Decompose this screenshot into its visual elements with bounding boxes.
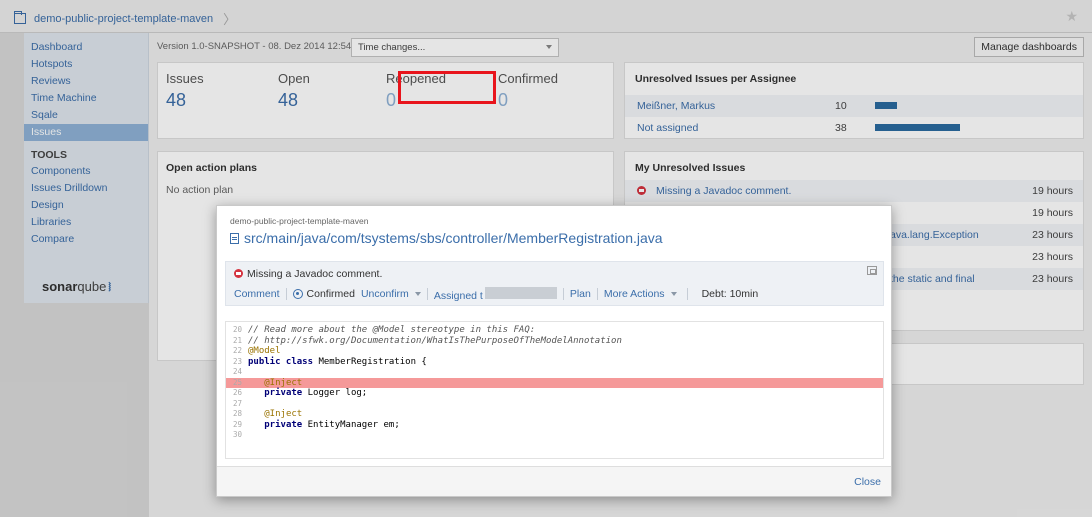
issue-status: Confirmed	[292, 288, 355, 300]
redacted-assignee	[484, 286, 557, 299]
code-line: 20 // Read more about the @Model stereoty…	[226, 325, 883, 336]
confirmed-status-icon	[292, 289, 303, 299]
issue-panel: Missing a Javadoc comment. Comment Confi…	[225, 261, 884, 306]
divider	[596, 288, 598, 300]
code-line: 26 private Logger log;	[226, 388, 883, 399]
comment-link[interactable]: Comment	[234, 288, 280, 300]
divider	[562, 288, 564, 300]
line-number: 29	[232, 419, 242, 429]
close-button[interactable]: Close	[854, 476, 881, 488]
code-token: // http://sfwk.org/Documentation/WhatIsT…	[248, 335, 622, 346]
code-line: 21 // http://sfwk.org/Documentation/WhatI…	[226, 336, 883, 347]
divider	[686, 288, 688, 300]
unconfirm-link[interactable]: Unconfirm	[361, 288, 421, 300]
code-line: 30	[226, 430, 883, 441]
code-token: // Read more about the @Model stereotype…	[248, 325, 536, 335]
line-number: 30	[232, 430, 242, 439]
modal-file-link[interactable]: src/main/java/com/tsystems/sbs/controlle…	[230, 230, 663, 246]
code-token: private	[264, 388, 303, 398]
chevron-down-icon[interactable]	[670, 292, 677, 296]
severity-blocker-icon	[234, 269, 243, 278]
issue-title: Missing a Javadoc comment.	[234, 268, 382, 280]
unconfirm-label[interactable]: Unconfirm	[361, 288, 409, 300]
line-number: 23	[232, 356, 242, 366]
file-path[interactable]: src/main/java/com/tsystems/sbs/controlle…	[244, 230, 663, 246]
status-label: Confirmed	[306, 288, 355, 300]
annotation-highlight-box	[398, 71, 496, 104]
modal-project-name: demo-public-project-template-maven	[230, 216, 369, 226]
chevron-down-icon[interactable]	[414, 292, 421, 296]
code-token: public class	[248, 356, 314, 367]
divider	[285, 288, 287, 300]
expand-icon[interactable]	[867, 266, 877, 275]
code-line: 27	[226, 399, 883, 410]
code-line: 25 @Inject	[226, 377, 883, 388]
source-code-view: 20 // Read more about the @Model stereoty…	[225, 321, 884, 459]
line-number: 21	[232, 335, 242, 345]
modal-footer: Close	[217, 466, 891, 496]
code-line: 28 @Inject	[226, 409, 883, 420]
more-actions-label[interactable]: More Actions	[604, 288, 665, 300]
line-number: 27	[232, 398, 242, 408]
divider	[426, 288, 428, 300]
code-token: @Inject	[264, 409, 303, 419]
assigned-label[interactable]: Assigned t	[434, 290, 483, 302]
issue-detail-modal: demo-public-project-template-maven src/m…	[216, 205, 892, 497]
code-token: MemberRegistration {	[313, 356, 427, 367]
line-number: 24	[232, 367, 242, 376]
line-number: 22	[232, 346, 242, 355]
issue-title-text: Missing a Javadoc comment.	[247, 268, 383, 280]
issue-actions: Comment Confirmed Unconfirm Assigned t P…	[234, 286, 759, 302]
code-token: Logger log;	[302, 388, 368, 398]
code-token: private	[264, 419, 303, 430]
more-actions-link[interactable]: More Actions	[604, 288, 677, 300]
line-number: 25	[232, 377, 242, 387]
line-number: 28	[232, 409, 242, 418]
file-icon	[230, 232, 239, 244]
line-number: 26	[232, 388, 242, 397]
code-line: 29 private EntityManager em;	[226, 420, 883, 431]
plan-link[interactable]: Plan	[570, 288, 591, 300]
code-line: 24	[226, 367, 883, 378]
line-number: 20	[232, 325, 242, 334]
code-line: 22 @Model	[226, 346, 883, 357]
code-token: EntityManager em;	[302, 419, 400, 430]
code-line: 23 public class MemberRegistration {	[226, 357, 883, 368]
assign-link[interactable]: Assigned t	[434, 286, 557, 302]
technical-debt: Debt: 10min	[701, 288, 759, 300]
code-token: @Model	[248, 346, 281, 356]
code-token: @Inject	[264, 377, 303, 388]
